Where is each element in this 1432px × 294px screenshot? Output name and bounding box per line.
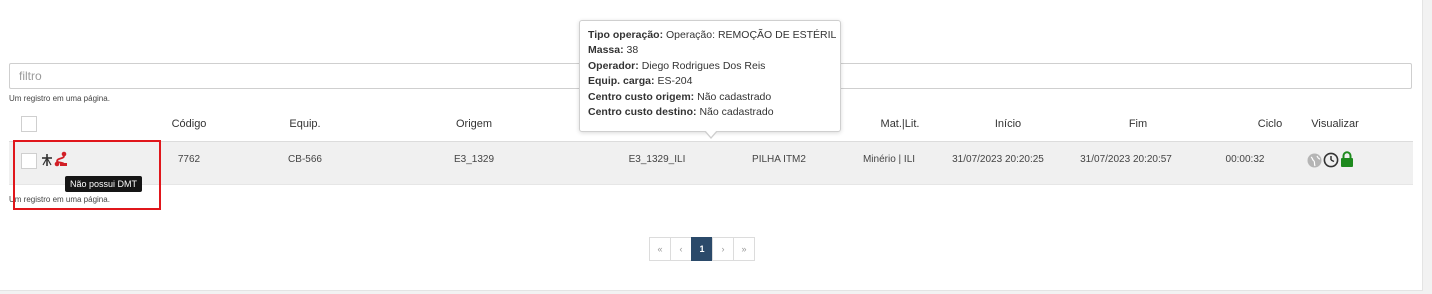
popover-cc-destino-value: Não cadastrado — [699, 106, 774, 119]
lock-icon[interactable] — [1340, 151, 1354, 173]
globe-icon[interactable] — [1307, 153, 1322, 173]
popover-cc-origem-value: Não cadastrado — [697, 90, 772, 103]
header-visualizar[interactable]: Visualizar — [1311, 118, 1359, 130]
popover-massa-label: Massa: — [588, 44, 624, 57]
popover-operador-value: Diego Rodrigues Dos Reis — [641, 59, 766, 72]
popover-arrow-fill — [705, 130, 717, 137]
cell-mat-lit: Minério | ILI — [862, 154, 916, 165]
pagination: « ‹ 1 › » — [649, 237, 755, 261]
table-row[interactable]: 7762 CB-566 E3_1329 E3_1329_ILI PILHA IT… — [9, 141, 1413, 185]
header-origem[interactable]: Origem — [456, 118, 492, 130]
cell-destino: E3_1329_ILI — [628, 154, 686, 165]
popover-tipo-label: Tipo operação: — [588, 29, 664, 41]
main-panel: Um registro em uma página. Código Equip.… — [0, 0, 1423, 291]
popover-massa-value: 38 — [626, 44, 639, 57]
popover-cc-destino-label: Centro custo destino: — [588, 106, 697, 119]
cell-inicio: 31/07/2023 20:20:25 — [952, 154, 1044, 165]
cell-fim: 31/07/2023 20:20:57 — [1080, 154, 1172, 165]
operation-popover: Tipo operação: Operação: REMOÇÃO DE ESTÉ… — [579, 20, 841, 132]
cell-ciclo: 00:00:32 — [1225, 154, 1265, 165]
header-inicio[interactable]: Início — [995, 118, 1021, 130]
select-all-checkbox[interactable] — [21, 116, 37, 132]
page-prev-button[interactable]: ‹ — [670, 237, 692, 261]
page-next-button[interactable]: › — [712, 237, 734, 261]
popover-operador-label: Operador: — [588, 59, 639, 72]
cell-equip: CB-566 — [288, 154, 322, 165]
popover-equip-value: ES-204 — [657, 75, 693, 88]
header-fim[interactable]: Fim — [1129, 118, 1147, 130]
dmt-tooltip: Não possui DMT — [65, 176, 143, 192]
page-current-button[interactable]: 1 — [691, 237, 713, 261]
header-codigo[interactable]: Código — [172, 118, 207, 130]
header-ciclo[interactable]: Ciclo — [1258, 118, 1282, 130]
cell-origem: E3_1329 — [453, 154, 495, 165]
header-equip[interactable]: Equip. — [289, 118, 320, 130]
popover-tipo-value: Operação: REMOÇÃO DE ESTÉRIL — [666, 29, 837, 41]
page-last-button[interactable]: » — [733, 237, 755, 261]
popover-equip-label: Equip. carga: — [588, 75, 655, 88]
cell-destino-pilha: PILHA ITM2 — [752, 154, 806, 165]
records-count-top: Um registro em uma página. — [9, 94, 110, 103]
popover-cc-origem-label: Centro custo origem: — [588, 90, 695, 103]
clock-icon[interactable] — [1323, 152, 1339, 173]
page-first-button[interactable]: « — [649, 237, 671, 261]
cell-codigo: 7762 — [177, 154, 201, 165]
highlight-box — [13, 140, 161, 210]
header-mat-lit[interactable]: Mat.|Lit. — [881, 118, 920, 130]
